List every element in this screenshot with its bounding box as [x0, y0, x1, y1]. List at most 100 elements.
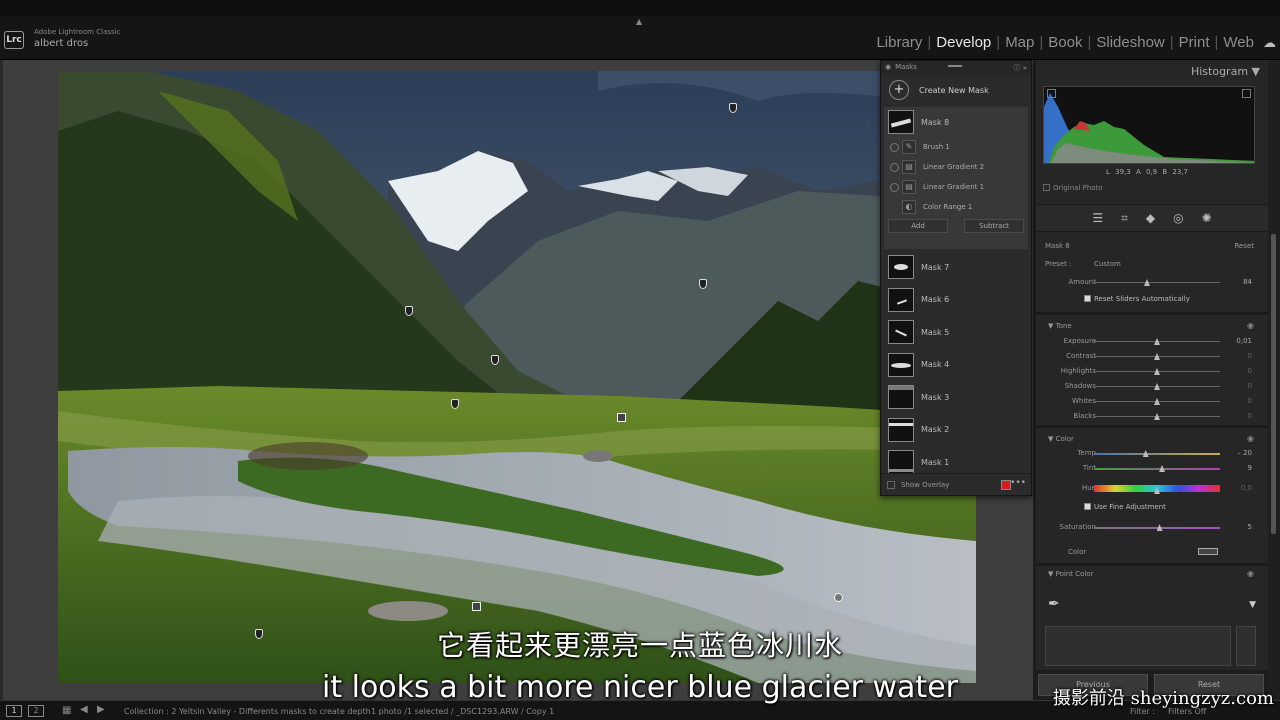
module-library[interactable]: Library — [874, 34, 924, 51]
primary-window-button[interactable]: 1 — [6, 705, 22, 717]
app-logo: Lrc — [4, 31, 24, 49]
eye-icon[interactable]: ◉ — [1247, 434, 1254, 443]
mask-component-gradient-2[interactable]: ▤ Linear Gradient 2 — [884, 157, 1028, 177]
gradient-handle[interactable] — [617, 413, 626, 422]
module-print[interactable]: Print — [1177, 34, 1212, 51]
help-icon[interactable]: ⓘ — [1013, 64, 1020, 72]
right-panel-scrollbar[interactable] — [1268, 60, 1280, 700]
mask-item-8[interactable]: Mask 8 — [884, 107, 1028, 137]
collapse-top-arrow-icon[interactable]: ▲ — [636, 17, 642, 26]
amount-slider[interactable]: Amount 84 — [1036, 276, 1268, 290]
module-web[interactable]: Web — [1221, 34, 1256, 51]
mask-pin[interactable] — [729, 103, 737, 113]
histogram-header[interactable]: Histogram ▼ — [1036, 60, 1268, 82]
mask-thumbnail — [888, 417, 914, 442]
expand-arrow-icon[interactable]: ▼ — [1249, 600, 1256, 610]
reset-sliders-checkbox[interactable]: Reset Sliders Automatically — [1084, 295, 1190, 303]
mask-thumbnail — [888, 352, 914, 377]
eye-icon[interactable]: ◉ — [1247, 321, 1254, 330]
cloud-icon[interactable]: ☁ — [1263, 36, 1276, 51]
double-chevron-icon[interactable]: » — [1023, 64, 1027, 72]
tone-slider-highlights[interactable]: Highlights 0 — [1036, 365, 1268, 379]
red-eye-icon[interactable]: ◎ — [1173, 211, 1183, 225]
secondary-window-button[interactable]: 2 — [28, 705, 44, 717]
gradient-handle[interactable] — [472, 602, 481, 611]
window-strip — [0, 0, 1280, 16]
color-swatch[interactable] — [1198, 548, 1218, 555]
masks-panel-header[interactable]: ◉ Masks ⓘ » — [881, 61, 1031, 75]
color-section-header[interactable]: ▼ Color — [1048, 435, 1074, 443]
visibility-icon[interactable] — [890, 182, 899, 192]
visibility-icon[interactable] — [890, 142, 899, 152]
mask-name-label: Mask 8 — [1045, 242, 1070, 250]
drag-handle[interactable] — [948, 65, 962, 67]
tone-section-header[interactable]: ▼ Tone — [1048, 322, 1072, 330]
hue-slider[interactable]: Hue 0,0 — [1036, 482, 1268, 496]
eye-icon[interactable]: ◉ — [1247, 569, 1254, 578]
mask-item-4[interactable]: Mask 4 — [884, 349, 1031, 382]
mask-item-5[interactable]: Mask 5 — [884, 316, 1031, 349]
tone-slider-blacks[interactable]: Blacks 0 — [1036, 410, 1268, 424]
mask-item-7[interactable]: Mask 7 — [884, 251, 1031, 284]
mask-item-6[interactable]: Mask 6 — [884, 284, 1031, 317]
module-develop[interactable]: Develop — [934, 34, 993, 51]
eyedropper-icon[interactable]: ✒ — [1048, 596, 1060, 612]
subtract-mask-button[interactable]: Subtract — [964, 219, 1024, 233]
more-options-icon[interactable]: ••• — [1010, 478, 1026, 488]
collection-source[interactable]: Collection : 2 Yeltsin Valley - Differen… — [124, 707, 371, 716]
add-mask-button[interactable]: Add — [888, 219, 948, 233]
module-slideshow[interactable]: Slideshow — [1094, 34, 1166, 51]
visibility-icon[interactable] — [890, 162, 899, 172]
show-overlay-checkbox[interactable] — [887, 480, 895, 489]
photo-preview[interactable] — [58, 71, 976, 683]
create-new-mask-button[interactable]: + Create New Mask — [881, 75, 1031, 105]
crop-icon[interactable]: ⌗ — [1121, 211, 1128, 226]
grid-view-icon[interactable]: ▦ — [62, 705, 71, 716]
highlight-clipping-icon[interactable] — [1242, 89, 1251, 98]
histogram[interactable] — [1043, 86, 1255, 164]
preset-dropdown[interactable]: Custom — [1094, 260, 1121, 268]
module-book[interactable]: Book — [1046, 34, 1084, 51]
temp-slider[interactable]: Temp – 20 — [1036, 447, 1268, 461]
healing-eraser-icon[interactable]: ◆ — [1146, 211, 1155, 225]
mask-thumbnail — [888, 287, 914, 312]
edit-sliders-icon[interactable]: ☰ — [1092, 211, 1103, 225]
module-map[interactable]: Map — [1003, 34, 1036, 51]
tint-slider[interactable]: Tint 9 — [1036, 462, 1268, 476]
mask-component-color-range[interactable]: ◐ Color Range 1 — [884, 197, 1028, 217]
tone-slider-exposure[interactable]: Exposure 0,01 — [1036, 335, 1268, 349]
mask-thumbnail — [888, 255, 914, 280]
mask-pin[interactable] — [405, 306, 413, 316]
mask-component-gradient-1[interactable]: ▤ Linear Gradient 1 — [884, 177, 1028, 197]
saturation-slider[interactable]: Saturation 5 — [1036, 521, 1268, 535]
show-overlay-toggle[interactable]: Show Overlay ••• — [881, 473, 1031, 495]
mask-reset-button[interactable]: Reset — [1234, 242, 1254, 250]
gradient-icon: ▤ — [902, 160, 916, 174]
mask-item-2[interactable]: Mask 2 — [884, 414, 1031, 447]
forward-arrow-icon[interactable]: ▶ — [97, 704, 105, 715]
selection-info: 1 photo /1 selected / _DSC1293.ARW / Cop… — [371, 707, 555, 716]
mask-pin[interactable] — [451, 399, 459, 409]
shadow-clipping-icon[interactable] — [1047, 89, 1056, 98]
tone-slider-whites[interactable]: Whites 0 — [1036, 395, 1268, 409]
masking-icon[interactable]: ✺ — [1202, 211, 1212, 225]
original-photo-toggle[interactable]: Original Photo — [1043, 184, 1103, 192]
eye-icon[interactable]: ◉ — [885, 63, 891, 71]
fine-adjustment-checkbox[interactable]: Use Fine Adjustment — [1084, 503, 1166, 511]
mask-thumbnail — [888, 385, 914, 410]
mask-thumbnail — [888, 320, 914, 345]
mask-pin[interactable] — [491, 355, 499, 365]
tone-slider-shadows[interactable]: Shadows 0 — [1036, 380, 1268, 394]
watermark: 摄影前沿 sheyingzyz.com — [1052, 688, 1274, 709]
mask-item-3[interactable]: Mask 3 — [884, 381, 1031, 414]
back-arrow-icon[interactable]: ◀ — [80, 704, 88, 715]
mask-pin[interactable] — [699, 279, 707, 289]
mask-component-brush[interactable]: ✎ Brush 1 — [884, 137, 1028, 157]
point-color-section-header[interactable]: ▼ Point Color — [1048, 570, 1094, 578]
scrollbar-thumb[interactable] — [1271, 234, 1276, 534]
brush-icon: ✎ — [902, 140, 916, 154]
gradient-handle[interactable] — [834, 593, 843, 602]
tone-slider-contrast[interactable]: Contrast 0 — [1036, 350, 1268, 364]
landscape-photo — [58, 71, 976, 683]
masks-panel: ◉ Masks ⓘ » + Create New Mask Mask 8 ✎ Bru… — [880, 60, 1032, 496]
